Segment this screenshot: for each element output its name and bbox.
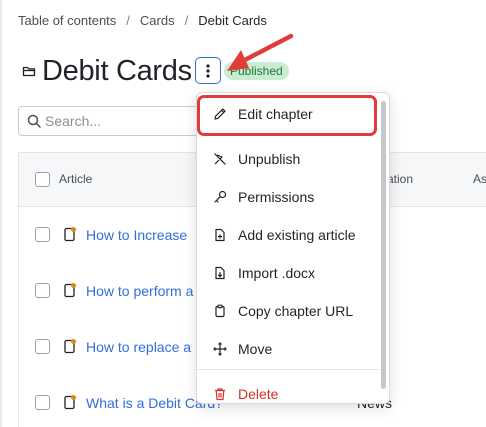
menu-item-label: Permissions: [238, 189, 315, 205]
menu-item-copy-chapter-url[interactable]: Copy chapter URL: [197, 292, 379, 330]
folder-icon: [22, 64, 36, 78]
row-checkbox[interactable]: [35, 283, 50, 298]
page-title: Debit Cards: [42, 54, 192, 87]
menu-item-label: Delete: [238, 386, 279, 402]
search-icon: [27, 114, 41, 128]
search-input[interactable]: [45, 113, 195, 129]
draft-document-icon: [64, 283, 76, 298]
import-icon: [215, 266, 225, 280]
menu-divider: [197, 369, 379, 370]
select-all-checkbox[interactable]: [35, 172, 50, 187]
row-checkbox[interactable]: [35, 395, 50, 410]
article-link[interactable]: How to perform a: [86, 283, 193, 299]
page-header: Debit Cards: [22, 54, 192, 88]
breadcrumb-item-toc[interactable]: Table of contents: [18, 13, 116, 28]
key-icon: [214, 190, 227, 203]
breadcrumb-separator: /: [126, 13, 130, 28]
annotation-highlight-box: [197, 95, 377, 136]
kebab-menu-icon: [206, 63, 210, 78]
trash-icon: [215, 388, 225, 401]
article-link[interactable]: How to replace a: [86, 339, 191, 355]
menu-item-label: Import .docx: [238, 265, 316, 281]
breadcrumb: Table of contents / Cards / Debit Cards: [18, 13, 267, 28]
chapter-options-menu: Edit chapter Unpublish Permissions Add e…: [196, 92, 390, 404]
menu-item-move[interactable]: Move: [197, 330, 379, 368]
column-header-assignee[interactable]: As: [473, 172, 486, 186]
menu-scrollbar[interactable]: [381, 101, 386, 389]
unpublish-icon: [214, 153, 226, 165]
menu-item-label: Move: [238, 341, 273, 357]
row-checkbox[interactable]: [35, 227, 50, 242]
menu-item-add-existing-article[interactable]: Add existing article: [197, 216, 379, 254]
draft-document-icon: [64, 227, 76, 242]
menu-item-delete[interactable]: Delete: [197, 375, 379, 403]
menu-item-label: Unpublish: [238, 151, 301, 167]
annotation-arrow-icon: [227, 33, 294, 71]
breadcrumb-separator: /: [184, 13, 189, 28]
column-header-article[interactable]: Article: [59, 172, 92, 186]
search-box[interactable]: [18, 106, 210, 136]
move-icon: [213, 342, 227, 356]
article-link[interactable]: How to Increase: [86, 227, 187, 243]
menu-item-permissions[interactable]: Permissions: [197, 178, 379, 216]
menu-item-label: Copy chapter URL: [238, 303, 354, 319]
menu-item-unpublish[interactable]: Unpublish: [197, 140, 379, 178]
draft-document-icon: [64, 339, 76, 354]
menu-item-label: Add existing article: [238, 227, 356, 243]
breadcrumb-item-cards[interactable]: Cards: [140, 13, 175, 28]
clipboard-icon: [215, 304, 225, 318]
menu-item-import-docx[interactable]: Import .docx: [197, 254, 379, 292]
document-plus-icon: [215, 228, 225, 242]
row-checkbox[interactable]: [35, 339, 50, 354]
breadcrumb-item-current: Debit Cards: [198, 13, 267, 28]
draft-document-icon: [64, 395, 76, 410]
left-rail: [0, 0, 2, 427]
